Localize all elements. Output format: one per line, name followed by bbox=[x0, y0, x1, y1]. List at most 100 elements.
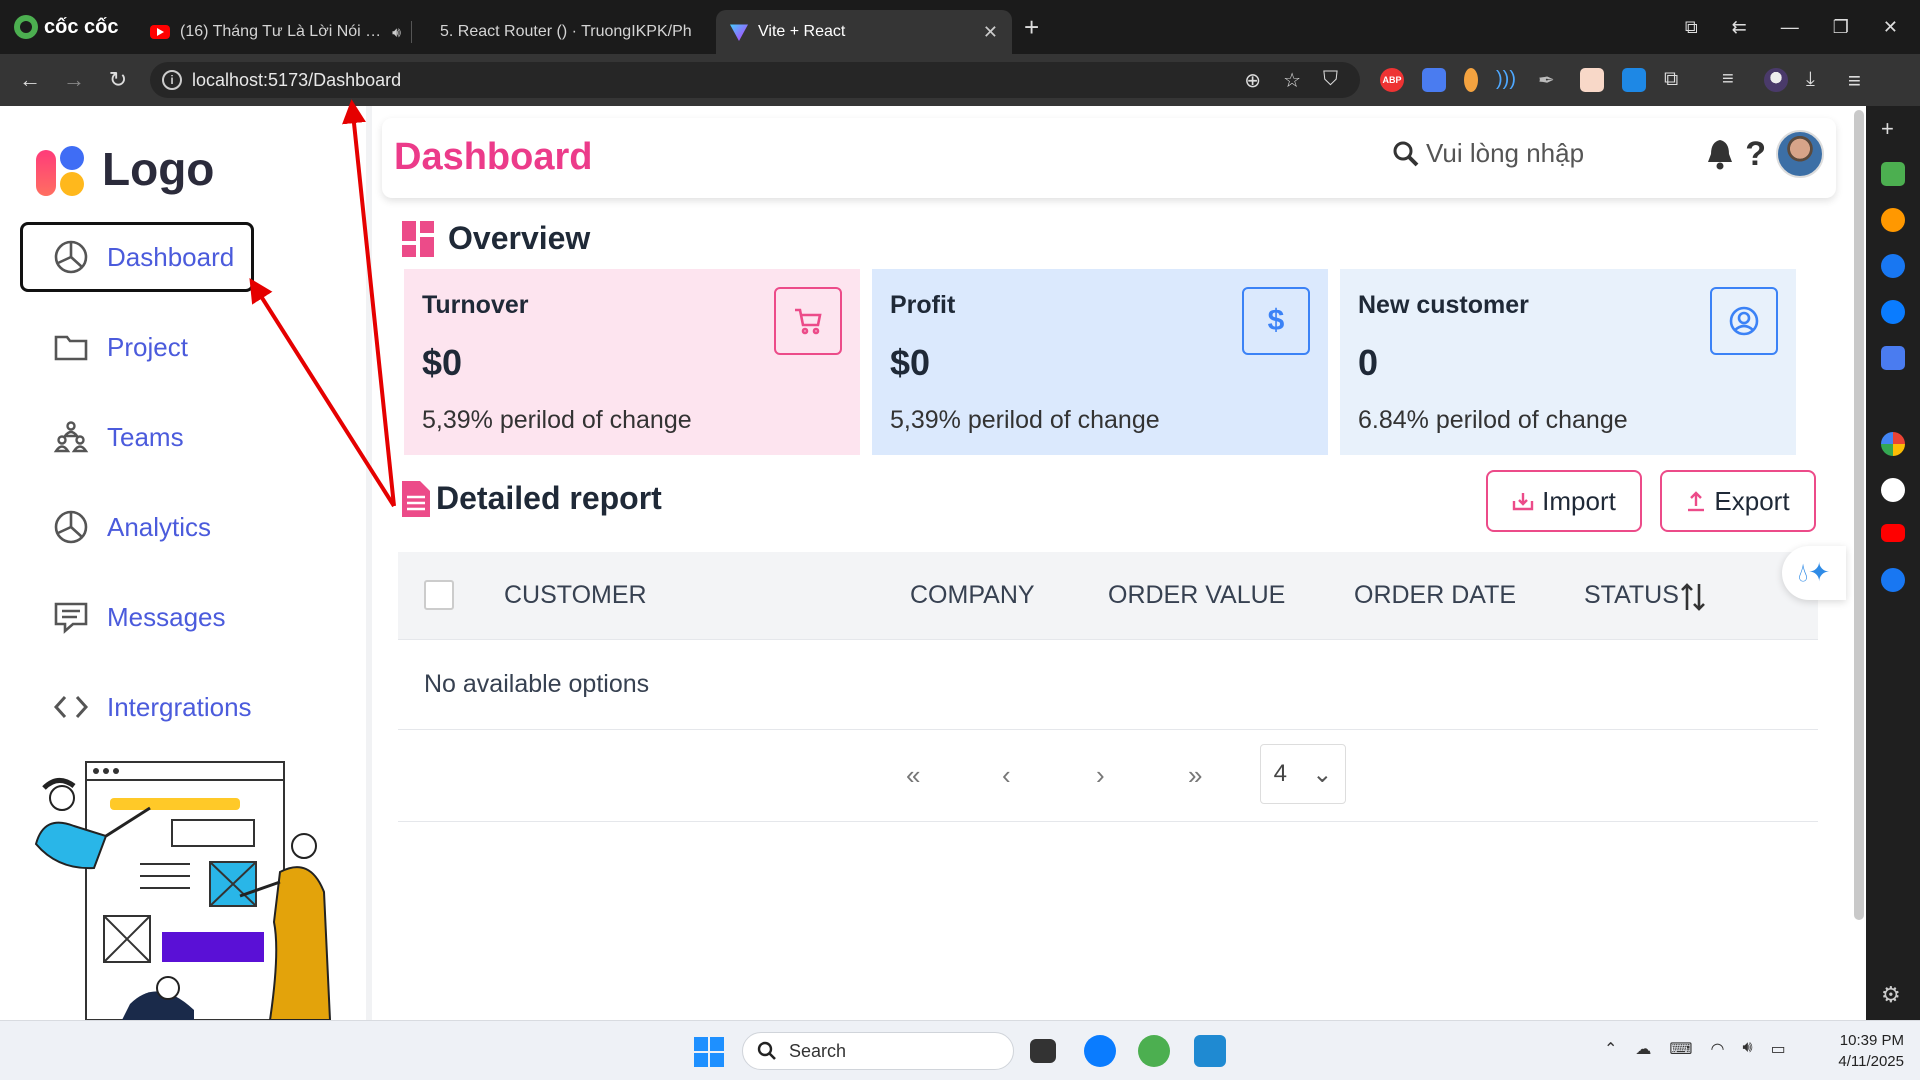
bell-icon[interactable] bbox=[1705, 138, 1735, 170]
pie-chart-icon bbox=[54, 510, 88, 544]
page-header: Dashboard Vui lòng nhập ? bbox=[382, 118, 1836, 198]
user-circle-icon[interactable] bbox=[1710, 287, 1778, 355]
translate-icon[interactable] bbox=[1422, 68, 1446, 92]
coccoc-icon[interactable] bbox=[1881, 208, 1905, 232]
cart-icon[interactable] bbox=[774, 287, 842, 355]
new-customer-card: New customer 0 6.84% perilod of change bbox=[1340, 269, 1796, 455]
zalo-app-icon[interactable] bbox=[1084, 1035, 1116, 1067]
waves-icon[interactable]: ))) bbox=[1496, 68, 1520, 92]
column-order-date[interactable]: ORDER DATE bbox=[1354, 581, 1516, 610]
new-tab-button[interactable]: + bbox=[1024, 12, 1039, 43]
export-button[interactable]: Export bbox=[1660, 470, 1816, 532]
browser-menu-icon[interactable]: ≡ bbox=[1848, 68, 1872, 93]
page-scrollbar[interactable] bbox=[1854, 110, 1864, 920]
google-icon[interactable] bbox=[1881, 432, 1905, 456]
vscode-app-icon[interactable] bbox=[1194, 1035, 1226, 1067]
screen-search-icon[interactable]: ⧉ bbox=[1685, 17, 1698, 38]
search-box[interactable]: Vui lòng nhập bbox=[1392, 138, 1584, 169]
app-logo[interactable]: Logo bbox=[36, 142, 214, 196]
user-avatar[interactable] bbox=[1776, 130, 1824, 178]
windows-start-icon[interactable] bbox=[694, 1037, 724, 1067]
close-window-button[interactable]: ✕ bbox=[1883, 17, 1898, 38]
reading-list-icon[interactable]: ≡ bbox=[1722, 68, 1746, 92]
download-icon[interactable]: ⤓ bbox=[1806, 68, 1830, 92]
translate-icon[interactable] bbox=[1881, 346, 1905, 370]
import-label: Import bbox=[1542, 485, 1616, 516]
add-panel-icon[interactable]: + bbox=[1881, 116, 1905, 141]
forward-button[interactable]: → bbox=[52, 67, 96, 93]
coccoc-logo[interactable]: cốc cốc bbox=[0, 15, 136, 39]
select-all-checkbox[interactable] bbox=[424, 580, 454, 610]
dictionary-icon[interactable] bbox=[1580, 68, 1604, 92]
firefox-relay-icon[interactable] bbox=[1464, 68, 1478, 92]
report-table: CUSTOMER COMPANY ORDER VALUE ORDER DATE … bbox=[398, 552, 1818, 822]
logo-mark-icon bbox=[36, 142, 86, 196]
page-size-select[interactable]: 4 ⌄ bbox=[1260, 744, 1346, 804]
import-button[interactable]: Import bbox=[1486, 470, 1642, 532]
assistant-fab[interactable]: 💧︎✦ bbox=[1782, 546, 1846, 600]
settings-gear-icon[interactable]: ⚙ bbox=[1881, 982, 1905, 1007]
search-input[interactable]: Vui lòng nhập bbox=[1426, 138, 1584, 169]
restore-button[interactable]: ❐ bbox=[1833, 17, 1849, 38]
extensions-puzzle-icon[interactable]: ⧉ bbox=[1664, 68, 1688, 92]
battery-icon[interactable]: ▭ bbox=[1771, 1039, 1786, 1059]
help-icon[interactable]: ? bbox=[1745, 135, 1766, 174]
speaker-icon[interactable]: 🔊︎ bbox=[392, 24, 401, 41]
keyboard-icon[interactable]: ⌨ bbox=[1669, 1039, 1692, 1059]
tab-github[interactable]: 5. React Router () · TruongIKPK/Ph bbox=[426, 10, 716, 54]
page-title: Dashboard bbox=[394, 136, 593, 178]
last-page-button[interactable]: » bbox=[1188, 760, 1202, 791]
sidebar-item-teams[interactable]: Teams bbox=[20, 402, 254, 472]
chatgpt-icon[interactable] bbox=[1881, 478, 1905, 502]
first-page-button[interactable]: « bbox=[906, 760, 920, 791]
wifi-icon[interactable]: ◠ bbox=[1711, 1039, 1725, 1059]
tab-vite-react[interactable]: Vite + React ✕ bbox=[716, 10, 1012, 54]
youtube-icon[interactable] bbox=[1881, 524, 1905, 542]
tab-youtube[interactable]: (16) Tháng Tư Là Lời Nói Dối C 🔊︎ bbox=[136, 10, 426, 54]
sidebar-item-messages[interactable]: Messages bbox=[20, 582, 254, 652]
reload-button[interactable]: ↻ bbox=[96, 67, 140, 93]
ai-icon[interactable] bbox=[1881, 162, 1905, 186]
back-list-icon[interactable]: ⇇ bbox=[1732, 17, 1747, 38]
water-drop-icon[interactable] bbox=[1622, 68, 1646, 92]
zalo-icon[interactable] bbox=[1881, 300, 1905, 324]
dollar-icon[interactable]: $ bbox=[1242, 287, 1310, 355]
coccoc-app-icon[interactable] bbox=[1138, 1035, 1170, 1067]
column-status[interactable]: STATUS bbox=[1584, 581, 1679, 610]
sidebar-item-dashboard[interactable]: Dashboard bbox=[20, 222, 254, 292]
color-picker-icon[interactable]: ✒ bbox=[1538, 68, 1562, 92]
taskbar-clock[interactable]: 10:39 PM 4/11/2025 bbox=[1820, 1030, 1904, 1072]
url-text[interactable]: localhost:5173/Dashboard bbox=[192, 70, 401, 91]
next-page-button[interactable]: › bbox=[1096, 760, 1105, 791]
minimize-button[interactable]: — bbox=[1781, 17, 1799, 38]
taskbar-search[interactable]: Search bbox=[742, 1032, 1014, 1070]
logo-text: Logo bbox=[102, 143, 215, 195]
column-order-value[interactable]: ORDER VALUE bbox=[1108, 581, 1285, 610]
sort-icon[interactable] bbox=[1680, 582, 1706, 612]
zoom-icon[interactable]: ⊕ bbox=[1244, 68, 1261, 93]
volume-icon[interactable]: 🔊︎ bbox=[1742, 1039, 1752, 1059]
bookmark-star-icon[interactable]: ☆ bbox=[1283, 68, 1301, 93]
sidebar-item-project[interactable]: Project bbox=[20, 312, 254, 382]
sidebar-item-integrations[interactable]: Intergrations bbox=[20, 672, 254, 742]
messenger-icon[interactable] bbox=[1881, 254, 1905, 278]
prev-page-button[interactable]: ‹ bbox=[1002, 760, 1011, 791]
close-tab-icon[interactable]: ✕ bbox=[983, 22, 998, 43]
address-bar[interactable]: i localhost:5173/Dashboard ⊕ ☆ ⛉ bbox=[150, 62, 1360, 98]
report-title: Detailed report bbox=[436, 480, 662, 516]
facebook-icon[interactable] bbox=[1881, 568, 1905, 592]
sidebar-item-analytics[interactable]: Analytics bbox=[20, 492, 254, 562]
onedrive-icon[interactable]: ☁ bbox=[1635, 1039, 1651, 1059]
site-info-icon[interactable]: i bbox=[162, 70, 182, 90]
search-icon bbox=[1393, 141, 1419, 166]
profile-avatar[interactable] bbox=[1764, 68, 1788, 92]
column-company[interactable]: COMPANY bbox=[910, 581, 1035, 610]
adblock-plus-icon[interactable]: ABP bbox=[1380, 68, 1404, 92]
task-view-icon[interactable] bbox=[1030, 1039, 1056, 1063]
column-customer[interactable]: CUSTOMER bbox=[504, 581, 647, 610]
team-icon bbox=[53, 421, 89, 453]
chevron-up-icon[interactable]: ⌃ bbox=[1604, 1039, 1617, 1059]
back-button[interactable]: ← bbox=[8, 67, 52, 93]
code-icon bbox=[53, 695, 89, 719]
shield-icon[interactable]: ⛉ bbox=[1323, 68, 1338, 93]
